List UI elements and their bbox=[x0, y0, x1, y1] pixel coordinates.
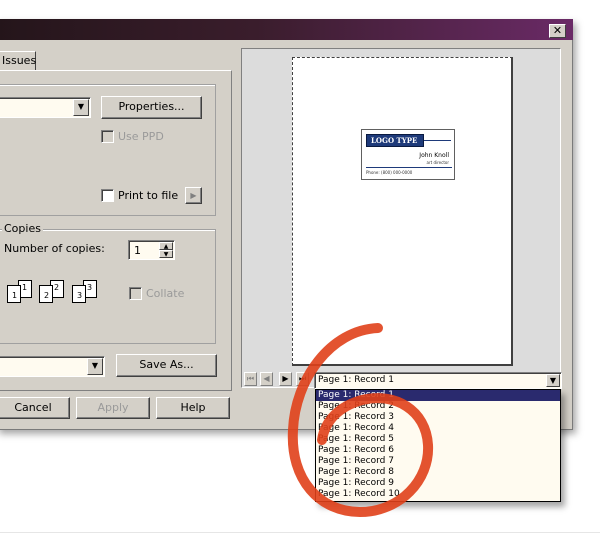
bottom-divider bbox=[0, 532, 600, 533]
annotation-circle bbox=[287, 323, 434, 517]
